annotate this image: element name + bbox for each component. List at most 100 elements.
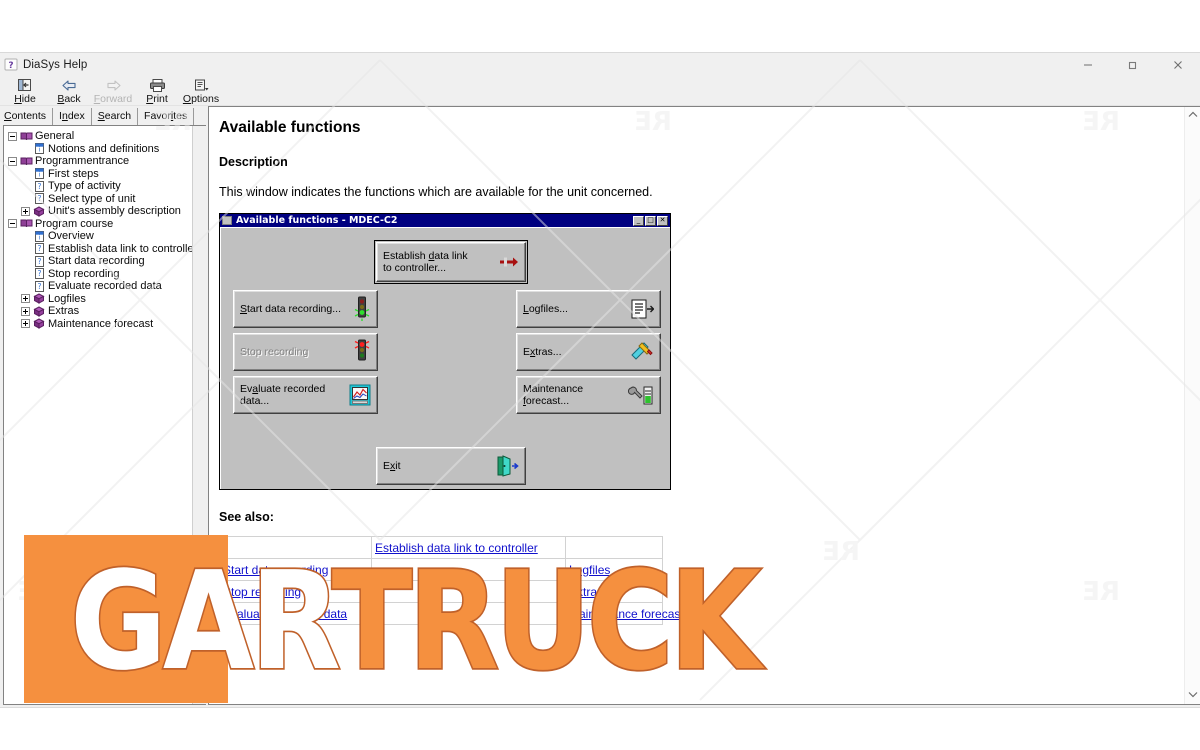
svg-text:?: ? [37, 194, 41, 203]
expand-plus-icon[interactable] [19, 306, 32, 316]
extras-button[interactable]: Extras... [516, 333, 661, 371]
toolbar-options-label: Options [182, 93, 220, 105]
see-also-link-extras[interactable]: Extras [569, 585, 603, 599]
minimize-icon[interactable] [1065, 53, 1110, 76]
node-cube-icon [32, 206, 46, 217]
see-also-link-start-data-recording[interactable]: Start data recording [223, 563, 328, 577]
dialog-minimize-icon[interactable]: _ [633, 215, 644, 226]
toolbar-hide-button[interactable]: Hide [3, 76, 47, 105]
tree-item-label: First steps [48, 167, 99, 180]
exit-button[interactable]: Exit [376, 447, 526, 485]
tree-item-evaluate-recorded-data[interactable]: ? Evaluate recorded data [6, 280, 206, 293]
collapse-minus-icon[interactable] [6, 219, 19, 229]
hide-pane-icon [17, 77, 33, 93]
tree-item-label: Notions and definitions [48, 142, 160, 155]
tree-item-label: Logfiles [48, 292, 86, 305]
tree-scrollbar[interactable] [192, 126, 206, 704]
toolbar-print-button[interactable]: Print [135, 76, 179, 105]
topic-help-icon: ? [32, 268, 46, 280]
logfiles-label: Logfiles... [523, 303, 568, 315]
status-strip [0, 707, 1200, 750]
chart-monitor-icon [349, 384, 371, 406]
expand-plus-icon[interactable] [19, 206, 32, 216]
tree-item-select-type-of-unit[interactable]: ? Select type of unit [6, 193, 206, 206]
see-also-link-evaluate-recorded-data[interactable]: Evaluate recorded data [223, 607, 347, 621]
toolbar-forward-button[interactable]: Forward [91, 76, 135, 105]
establish-data-link-label: Establish data link to controller... [383, 250, 468, 274]
stop-recording-button[interactable]: Stop recording [233, 333, 378, 371]
exit-door-icon [495, 455, 519, 477]
scroll-up-icon[interactable] [1188, 111, 1198, 120]
svg-text:i: i [38, 171, 40, 179]
tree-item-first-steps[interactable]: i First steps [6, 168, 206, 181]
contents-tree[interactable]: General i Notions and definitions Programme… [4, 126, 206, 330]
see-also-cell: Stop recording [219, 580, 372, 603]
tree-item-establish-data-link-to-controller[interactable]: ? Establish data link to controller [6, 243, 206, 256]
start-data-recording-label: Start data recording... [240, 303, 341, 315]
document-scrollbar[interactable] [1184, 107, 1200, 704]
book-icon [19, 218, 33, 229]
tree-item-program-course[interactable]: Program course [6, 218, 206, 231]
see-also-link-stop-recording[interactable]: Stop recording [223, 585, 301, 599]
description-heading: Description [219, 155, 288, 169]
maintenance-forecast-button[interactable]: Maintenance forecast... [516, 376, 661, 414]
contents-tree-box: General i Notions and definitions Programme… [3, 125, 206, 705]
tree-item-type-of-activity[interactable]: ? Type of activity [6, 180, 206, 193]
node-cube-icon [32, 293, 46, 305]
topic-info-icon: i [32, 168, 46, 180]
svg-text:?: ? [37, 257, 41, 266]
toolbar-back-button[interactable]: Back [47, 76, 91, 105]
see-also-link-maintenance-forecast[interactable]: Maintenance forecast [569, 607, 684, 621]
dialog-maximize-icon[interactable]: □ [645, 215, 656, 226]
tab-contents[interactable]: Contents [2, 108, 54, 125]
available-functions-dialog: Available functions - MDEC-C2 _ □ ✕ Esta… [219, 213, 671, 490]
tree-item-label: Extras [48, 305, 80, 318]
topic-info-icon: i [32, 143, 46, 155]
logfiles-button[interactable]: Logfiles... [516, 290, 661, 328]
collapse-minus-icon[interactable] [6, 156, 19, 166]
establish-data-link-button[interactable]: Establish data link to controller... [374, 240, 528, 284]
see-also-link-logfiles[interactable]: Logfiles [569, 563, 610, 577]
tree-item-label: General [35, 130, 75, 143]
svg-text:?: ? [37, 244, 41, 253]
dialog-close-icon[interactable]: ✕ [657, 215, 668, 226]
topic-help-icon: ? [32, 193, 46, 205]
see-also-row: Stop recording Extras [219, 580, 663, 603]
tree-item-notions-and-definitions[interactable]: i Notions and definitions [6, 143, 206, 156]
tree-item-overview[interactable]: i Overview [6, 230, 206, 243]
tree-item-maintenance-forecast[interactable]: Maintenance forecast [6, 318, 206, 331]
tree-item-programmentrance[interactable]: Programmentrance [6, 155, 206, 168]
collapse-minus-icon[interactable] [6, 131, 19, 141]
tree-item-start-data-recording[interactable]: ? Start data recording [6, 255, 206, 268]
tree-item-logfiles[interactable]: Logfiles [6, 293, 206, 306]
topic-help-icon: ? [32, 180, 46, 192]
see-also-link-establish-data-link-to-controller[interactable]: Establish data link to controller [375, 541, 538, 555]
scroll-down-icon[interactable] [1188, 691, 1198, 700]
svg-text:?: ? [37, 269, 41, 278]
toolbar-forward-label: Forward [93, 93, 133, 105]
tree-item-unit-s-assembly-description[interactable]: Unit's assembly description [6, 205, 206, 218]
topic-help-icon: ? [32, 255, 46, 267]
evaluate-recorded-data-button[interactable]: Evaluate recorded data... [233, 376, 378, 414]
start-data-recording-button[interactable]: Start data recording... [233, 290, 378, 328]
see-also-cell: Evaluate recorded data [219, 602, 372, 625]
expand-plus-icon[interactable] [19, 319, 32, 329]
close-icon[interactable] [1155, 53, 1200, 76]
wrench-battery-icon [628, 384, 654, 406]
toolbar-options-button[interactable]: Options [179, 76, 223, 105]
maintenance-forecast-label: Maintenance forecast... [523, 383, 584, 407]
arrow-left-icon [61, 77, 78, 93]
tree-item-stop-recording[interactable]: ? Stop recording [6, 268, 206, 281]
tree-item-label: Stop recording [48, 267, 120, 280]
tree-item-extras[interactable]: Extras [6, 305, 206, 318]
tab-index[interactable]: Index [53, 108, 92, 125]
tab-favorites[interactable]: Favorites [138, 108, 195, 125]
tree-item-label: Programmentrance [35, 155, 130, 168]
window-controls [1065, 53, 1200, 76]
tree-item-general[interactable]: General [6, 130, 206, 143]
expand-plus-icon[interactable] [19, 294, 32, 304]
tree-item-label: Select type of unit [48, 192, 136, 205]
see-also-row: Evaluate recorded data Maintenance foreca… [219, 602, 684, 625]
tab-search[interactable]: Search [92, 108, 139, 125]
restore-icon[interactable] [1110, 53, 1155, 76]
